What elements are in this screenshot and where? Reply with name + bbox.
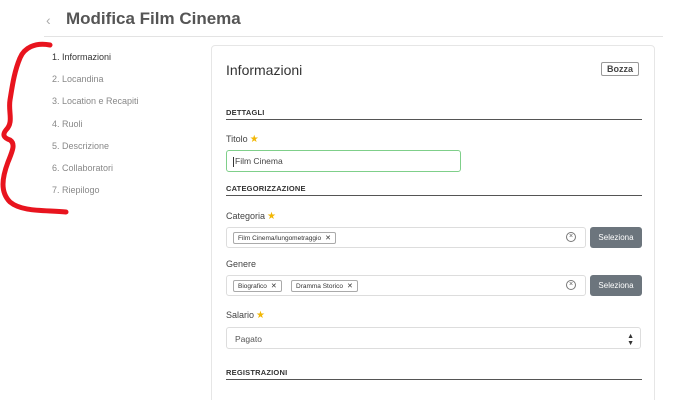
chevron-left-icon[interactable]: ‹ [46,12,51,28]
title-label: Titolo ★ [226,134,259,145]
section-categorizzazione-label: CATEGORIZZAZIONE [226,184,306,193]
step-locandina[interactable]: 2. Locandina [52,74,139,96]
remove-tag-icon[interactable]: ✕ [347,283,353,290]
required-star-icon: ★ [249,134,259,145]
genre-field[interactable]: Biografico ✕ Dramma Storico ✕ × [226,275,586,296]
section-dettagli-label: DETTAGLI [226,108,265,117]
section-dettagli: DETTAGLI [226,108,642,120]
remove-tag-icon[interactable]: ✕ [271,283,277,290]
form-card: Informazioni Bozza DETTAGLI Titolo ★ Film… [211,45,655,400]
section-categorizzazione: CATEGORIZZAZIONE [226,184,642,196]
category-label: Categoria ★ [226,211,276,222]
clear-icon[interactable]: × [566,280,576,290]
title-input[interactable]: Film Cinema [226,150,461,172]
sort-arrows-icon: ▲ ▼ [627,333,634,347]
salary-select[interactable]: Pagato ▲ ▼ [226,327,641,349]
genre-tag: Dramma Storico ✕ [291,280,358,292]
required-star-icon: ★ [267,211,276,222]
category-field[interactable]: Film Cinema/lungometraggio ✕ × [226,227,586,248]
section-registrazioni-label: REGISTRAZIONI [226,368,288,377]
step-location-recapiti[interactable]: 3. Location e Recapiti [52,96,139,118]
category-tag: Film Cinema/lungometraggio ✕ [233,232,336,244]
step-ruoli[interactable]: 4. Ruoli [52,119,139,141]
genre-select-button[interactable]: Seleziona [590,275,642,296]
step-descrizione[interactable]: 5. Descrizione [52,141,139,163]
wizard-steps: 1. Informazioni 2. Locandina 3. Location… [52,52,139,207]
salary-select-value: Pagato [235,334,262,344]
page-title: Modifica Film Cinema [66,9,241,28]
genre-tag: Biografico ✕ [233,280,282,292]
status-badge: Bozza [600,62,639,76]
card-title: Informazioni [226,62,303,78]
section-registrazioni: REGISTRAZIONI [226,368,642,380]
header-divider [44,36,663,37]
clear-icon[interactable]: × [566,232,576,242]
salary-label: Salario ★ [226,310,265,321]
remove-tag-icon[interactable]: ✕ [325,235,331,242]
step-riepilogo[interactable]: 7. Riepilogo [52,185,139,207]
title-input-value: Film Cinema [235,156,283,166]
step-informazioni[interactable]: 1. Informazioni [52,52,139,74]
genre-label: Genere [226,259,257,269]
category-select-button[interactable]: Seleziona [590,227,642,248]
required-star-icon: ★ [256,310,265,321]
step-collaboratori[interactable]: 6. Collaboratori [52,163,139,185]
